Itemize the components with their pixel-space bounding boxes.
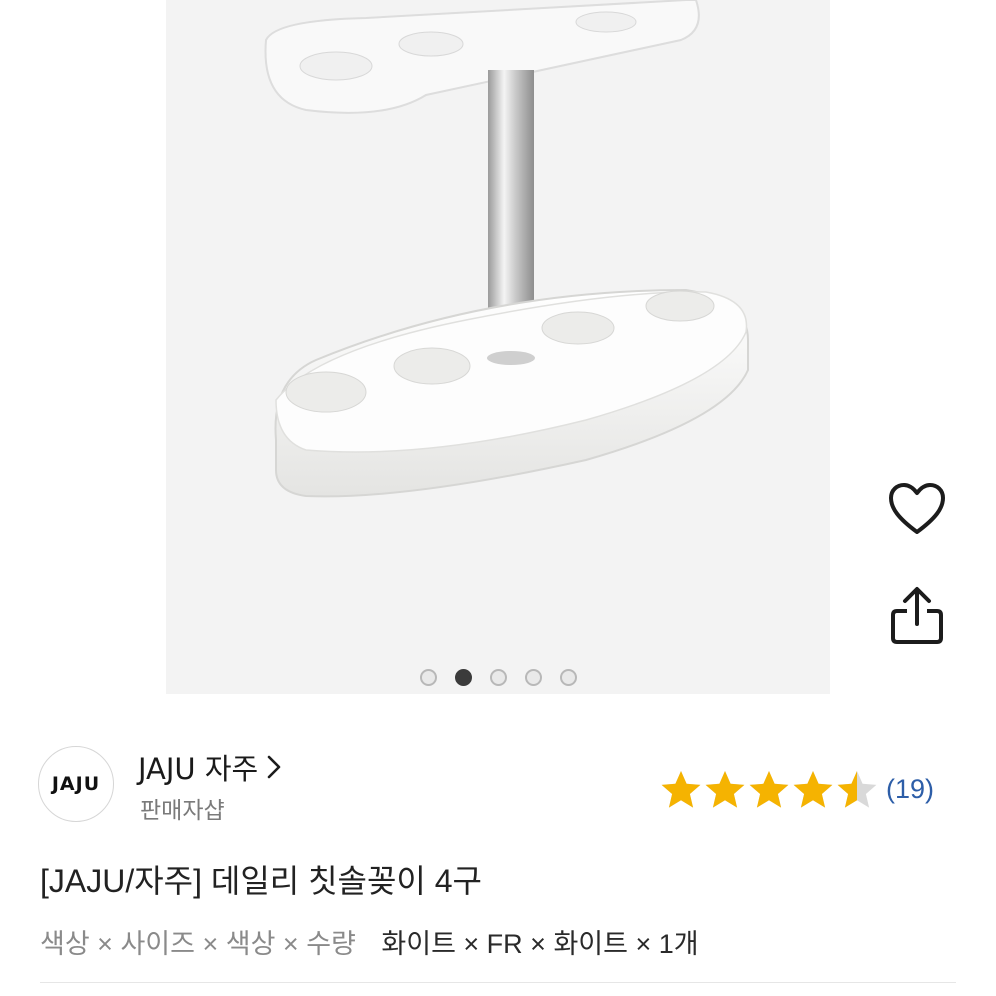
carousel-pagination: [166, 669, 830, 686]
seller-shop-label: 판매자샵: [140, 798, 225, 824]
share-icon: [891, 587, 943, 644]
star-icon: [836, 769, 878, 809]
seller-name: JAJU 자주: [138, 752, 259, 786]
carousel-dot[interactable]: [489, 669, 507, 686]
seller-name-link[interactable]: JAJU 자주: [138, 746, 282, 788]
review-count[interactable]: (19): [886, 774, 934, 805]
product-title: [JAJU/자주] 데일리 칫솔꽂이 4구: [40, 863, 482, 899]
product-photo-toothbrush-holder: [264, 0, 749, 498]
seller-info[interactable]: JAJU JAJU 자주 판매자샵: [38, 746, 638, 826]
star-icon: [660, 769, 702, 809]
rating-stars: [660, 769, 878, 809]
carousel-dot-active[interactable]: [454, 669, 472, 686]
star-icon: [792, 769, 834, 809]
share-button[interactable]: [886, 584, 948, 646]
favorite-button[interactable]: [886, 480, 948, 538]
heart-outline-icon: [889, 483, 945, 534]
carousel-dot[interactable]: [419, 669, 437, 686]
carousel-dot[interactable]: [559, 669, 577, 686]
product-rating[interactable]: (19): [660, 768, 934, 810]
carousel-dot[interactable]: [524, 669, 542, 686]
option-keys: 색상 × 사이즈 × 색상 × 수량: [40, 929, 356, 959]
chevron-right-icon: [267, 755, 281, 779]
seller-logo[interactable]: JAJU: [38, 746, 114, 822]
selected-options: 색상 × 사이즈 × 색상 × 수량 화이트 × FR × 화이트 × 1개: [40, 922, 699, 961]
seller-logo-text: JAJU: [51, 773, 101, 795]
star-icon: [748, 769, 790, 809]
divider: [40, 982, 956, 983]
option-values: 화이트 × FR × 화이트 × 1개: [381, 929, 699, 959]
product-image-carousel[interactable]: [166, 0, 830, 694]
star-icon: [704, 769, 746, 809]
